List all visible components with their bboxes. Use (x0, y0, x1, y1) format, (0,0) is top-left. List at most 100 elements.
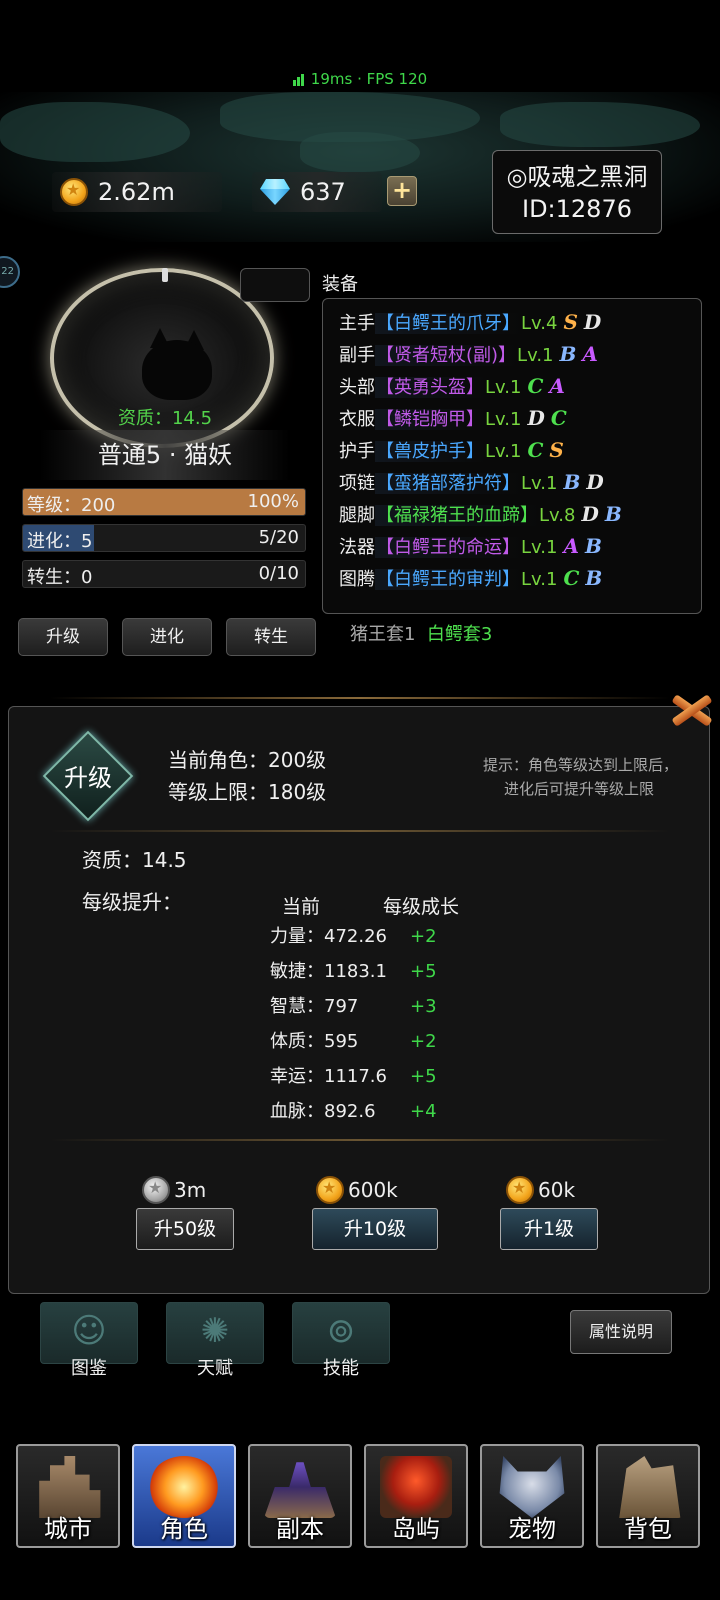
close-icon[interactable] (668, 690, 716, 730)
col-current-header: 当前 (282, 896, 321, 918)
equipment-row[interactable]: 副手【贤者短杖(副)】Lv.1 B A (339, 339, 598, 369)
equip-level: Lv.1 (517, 345, 554, 366)
upgrade-50-button[interactable]: 升50级 (136, 1208, 234, 1250)
equipment-row[interactable]: 衣服【鳞铠胸甲】Lv.1 D C (339, 403, 567, 433)
upgrade-cost-50: 3m (142, 1176, 206, 1204)
equipment-tab-slot[interactable] (240, 268, 310, 302)
equip-slot: 护手 (339, 441, 375, 462)
nav-bag[interactable]: 背包 (596, 1444, 700, 1548)
gold-coin-icon (60, 178, 88, 206)
equip-slot: 腿脚 (339, 505, 375, 526)
grade-badge: A (563, 534, 579, 558)
equip-level: Lv.8 (539, 505, 576, 526)
equip-item: 【英勇头盔】 (375, 377, 485, 398)
ring-marker (162, 268, 168, 282)
attribute-explain-button[interactable]: 属性说明 (570, 1310, 672, 1354)
equip-item: 【白鳄王的命运】 (375, 537, 521, 558)
evolution-label: 进化：5 (27, 531, 93, 552)
signal-icon (292, 72, 305, 90)
equipment-row[interactable]: 图腾【白鳄王的审判】Lv.1 C B (339, 563, 602, 593)
talent-label: 天赋 (197, 1358, 233, 1379)
level-cap-label: 等级上限： (168, 780, 268, 804)
col-growth-header: 每级成长 (383, 896, 460, 918)
equip-item: 【白鳄王的爪牙】 (375, 313, 521, 334)
upgrade-cost-10: 600k (316, 1176, 398, 1204)
equipment-row[interactable]: 法器【白鳄王的命运】Lv.1 A B (339, 531, 602, 561)
attribute-row: 智慧：797 +3 (270, 990, 490, 1024)
swirl-figure-icon: ✺ (200, 1311, 230, 1351)
gold-coin-icon (316, 1176, 344, 1204)
gold-coin-icon (506, 1176, 534, 1204)
equipment-row[interactable]: 头部【英勇头盔】Lv.1 C A (339, 371, 565, 401)
rebirth-label: 转生：0 (27, 567, 93, 588)
side-level-badge[interactable]: 22 (0, 256, 20, 288)
level-cap-line: 等级上限：180级 (168, 776, 326, 805)
gold-amount: 2.62m (98, 178, 175, 206)
attribute-row: 幸运：1117.6 +5 (270, 1060, 490, 1094)
attribute-growth: +2 (410, 926, 437, 947)
equip-slot: 衣服 (339, 409, 375, 430)
attribute-row: 血脉：892.6 +4 (270, 1095, 490, 1129)
cost-amount: 60k (538, 1178, 576, 1202)
player-profile[interactable]: ◎吸魂之黑洞 ID:12876 (492, 150, 662, 234)
attribute-value: 幸运：1117.6 (270, 1066, 387, 1087)
grade-badge: C (550, 406, 567, 430)
equip-item: 【白鳄王的审判】 (375, 569, 521, 590)
equipment-row[interactable]: 项链【蛮猪部落护符】Lv.1 B D (339, 467, 604, 497)
level-label: 等级：200 (27, 495, 116, 516)
attribute-row: 力量：472.26 +2 (270, 920, 490, 954)
grade-badge: A (582, 342, 598, 366)
character-aptitude: 资质：14.5 (117, 408, 213, 429)
equip-level: Lv.1 (521, 473, 558, 494)
equip-item: 【贤者短杖(副)】 (375, 345, 518, 366)
attribute-growth: +5 (410, 1066, 437, 1087)
grade-badge: B (559, 342, 577, 366)
grade-badge: S (549, 438, 564, 462)
rebirth-button[interactable]: 转生 (226, 618, 316, 656)
nav-label: 背包 (624, 1515, 672, 1543)
equip-slot: 主手 (339, 313, 375, 334)
add-diamond-button[interactable]: + (387, 176, 417, 206)
level-cap-value: 180级 (268, 780, 327, 804)
nav-pet[interactable]: 宠物 (480, 1444, 584, 1548)
level-up-button[interactable]: 升级 (18, 618, 108, 656)
hint-line-2: 进化后可提升等级上限 (503, 780, 654, 798)
nav-island[interactable]: 岛屿 (364, 1444, 468, 1548)
nav-city[interactable]: 城市 (16, 1444, 120, 1548)
equip-item: 【蛮猪部落护符】 (375, 473, 521, 494)
set-bonus[interactable]: 白鳄套3 (427, 624, 492, 645)
attribute-value: 力量：472.26 (270, 926, 387, 947)
equip-item: 【兽皮护手】 (375, 441, 485, 462)
grade-badge: B (585, 534, 602, 558)
alien-face-icon: ☺ (71, 1311, 107, 1351)
equipment-title: 装备 (322, 274, 358, 295)
equipment-row[interactable]: 腿脚【福禄猪王的血蹄】Lv.8 D B (339, 499, 622, 529)
detail-aptitude: 资质：14.5 (82, 848, 187, 872)
level-bar: 等级：200 100% (22, 488, 306, 516)
grade-badge: D (583, 310, 602, 334)
divider (50, 697, 670, 699)
per-level-label: 每级提升： (82, 890, 182, 914)
current-role-line: 当前角色：200级 (168, 744, 326, 773)
silver-coin-icon (142, 1176, 170, 1204)
grade-badge: A (549, 374, 565, 398)
character-name: 普通5 · 猫妖 (40, 430, 290, 480)
cost-amount: 600k (348, 1178, 398, 1202)
equipment-row[interactable]: 主手【白鳄王的爪牙】Lv.4 S D (339, 307, 601, 337)
grade-badge: D (586, 470, 604, 494)
set-bonus[interactable]: 猪王套1 (350, 624, 415, 645)
upgrade-1-button[interactable]: 升1级 (500, 1208, 598, 1250)
nav-dungeon[interactable]: 副本 (248, 1444, 352, 1548)
nav-label: 宠物 (508, 1515, 556, 1543)
evolution-progress: 5/20 (258, 527, 299, 548)
equip-level: Lv.1 (521, 537, 558, 558)
nav-character[interactable]: 角色 (132, 1444, 236, 1548)
attribute-row: 敏捷：1183.1 +5 (270, 955, 490, 989)
equipment-row[interactable]: 护手【兽皮护手】Lv.1 C S (339, 435, 564, 465)
evolve-button[interactable]: 进化 (122, 618, 212, 656)
equip-level: Lv.1 (485, 441, 522, 462)
grade-badge: D (527, 406, 545, 430)
codex-label: 图鉴 (71, 1358, 107, 1379)
attribute-growth: +3 (410, 996, 437, 1017)
upgrade-10-button[interactable]: 升10级 (312, 1208, 438, 1250)
